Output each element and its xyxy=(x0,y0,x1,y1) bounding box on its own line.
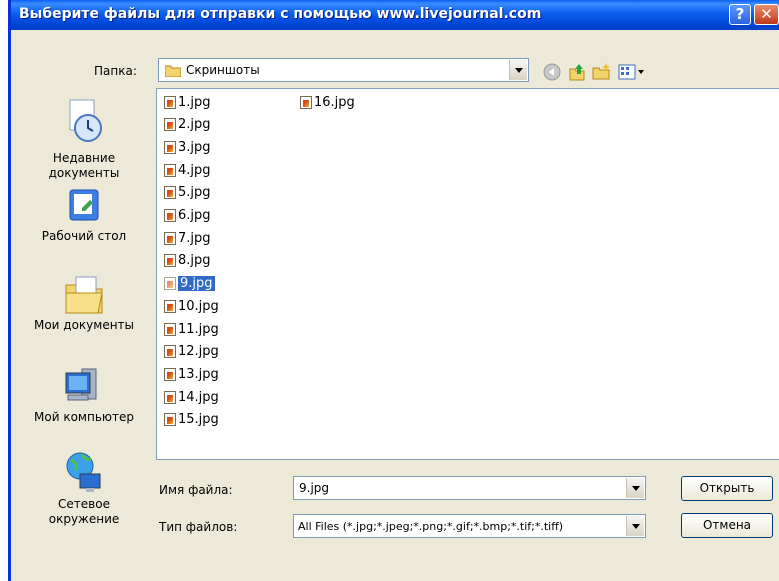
file-name: 4.jpg xyxy=(178,162,211,178)
network-icon xyxy=(62,452,106,497)
file-name: 15.jpg xyxy=(178,412,219,428)
chevron-down-icon[interactable] xyxy=(626,478,644,498)
file-name: 2.jpg xyxy=(178,117,211,133)
file-item[interactable]: 7.jpg xyxy=(164,227,211,249)
my-computer-icon xyxy=(62,368,106,410)
file-item[interactable]: 9.jpg xyxy=(164,273,215,295)
jpg-file-icon xyxy=(164,163,176,177)
file-name: 3.jpg xyxy=(178,139,211,155)
file-name: 11.jpg xyxy=(178,321,219,337)
file-name: 14.jpg xyxy=(178,389,219,405)
file-item[interactable]: 2.jpg xyxy=(164,114,211,136)
file-name: 16.jpg xyxy=(314,94,355,110)
jpg-file-icon xyxy=(164,254,176,268)
place-recent-documents[interactable]: Недавние документы xyxy=(11,96,157,181)
file-name: 9.jpg xyxy=(178,276,215,292)
file-name: 13.jpg xyxy=(178,366,219,382)
place-label: Мой компьютер xyxy=(34,410,134,424)
jpg-file-icon xyxy=(164,345,176,359)
jpg-file-icon xyxy=(164,231,176,245)
file-item[interactable]: 12.jpg xyxy=(164,341,219,363)
up-folder-icon[interactable] xyxy=(567,62,587,82)
jpg-file-icon xyxy=(164,322,176,336)
file-item[interactable]: 15.jpg xyxy=(164,409,219,431)
view-menu-icon[interactable] xyxy=(617,62,647,82)
filename-input[interactable]: 9.jpg xyxy=(293,476,646,500)
file-item[interactable]: 14.jpg xyxy=(164,386,219,408)
help-button[interactable]: ? xyxy=(729,4,751,25)
folder-combobox[interactable]: Скриншоты xyxy=(158,58,529,82)
title-bar[interactable]: Выберите файлы для отправки с помощью ww… xyxy=(11,0,779,30)
close-button[interactable]: ✕ xyxy=(754,4,779,25)
folder-value: Скриншоты xyxy=(186,63,260,77)
file-name: 7.jpg xyxy=(178,230,211,246)
jpg-file-icon xyxy=(164,118,176,132)
file-item[interactable]: 11.jpg xyxy=(164,318,219,340)
filetype-label: Тип файлов: xyxy=(159,520,238,534)
jpg-file-icon xyxy=(164,277,176,291)
jpg-file-icon xyxy=(164,390,176,404)
file-list[interactable]: 1.jpg 2.jpg 3.jpg 4.jpg 5.jpg 6.jpg 7.jpg 8.jpg… xyxy=(156,88,779,460)
file-item[interactable]: 13.jpg xyxy=(164,363,219,385)
folder-icon xyxy=(164,64,182,80)
jpg-file-icon xyxy=(164,209,176,222)
file-name: 5.jpg xyxy=(178,185,211,201)
file-item[interactable]: 16.jpg xyxy=(300,91,355,113)
jpg-file-icon xyxy=(164,140,176,154)
new-folder-icon[interactable] xyxy=(592,62,612,82)
jpg-file-icon xyxy=(164,413,176,427)
file-dialog-window: Выберите файлы для отправки с помощью ww… xyxy=(8,0,779,581)
chevron-down-icon[interactable] xyxy=(509,60,527,80)
folder-label: Папка: xyxy=(94,64,137,78)
cancel-button[interactable]: Отмена xyxy=(681,513,773,538)
recent-documents-icon xyxy=(64,99,104,151)
place-desktop[interactable]: Рабочий стол xyxy=(11,188,157,244)
place-label: Сетевое окружение xyxy=(48,497,120,526)
open-button[interactable]: Открыть xyxy=(681,476,773,501)
place-my-computer[interactable]: Мой компьютер xyxy=(11,363,157,425)
filetype-value: All Files (*.jpg;*.jpeg;*.png;*.gif;*.bm… xyxy=(298,520,564,533)
place-label: Недавние документы xyxy=(48,151,120,180)
filetype-select[interactable]: All Files (*.jpg;*.jpeg;*.png;*.gif;*.bm… xyxy=(293,514,646,538)
back-arrow-icon[interactable] xyxy=(542,62,562,82)
file-item[interactable]: 8.jpg xyxy=(164,250,211,272)
file-item[interactable]: 1.jpg xyxy=(164,91,211,113)
jpg-file-icon xyxy=(164,95,176,109)
file-item[interactable]: 4.jpg xyxy=(164,159,211,181)
place-label: Рабочий стол xyxy=(41,229,127,243)
file-item[interactable]: 5.jpg xyxy=(164,182,211,204)
file-name: 10.jpg xyxy=(178,298,219,314)
place-network[interactable]: Сетевое окружение xyxy=(11,450,157,527)
file-item[interactable]: 3.jpg xyxy=(164,136,211,158)
desktop-icon xyxy=(64,189,104,229)
file-item[interactable]: 6.jpg xyxy=(164,205,211,227)
window-title: Выберите файлы для отправки с помощью ww… xyxy=(19,6,542,22)
filename-label: Имя файла: xyxy=(159,483,233,497)
jpg-file-icon xyxy=(164,367,176,381)
my-documents-icon xyxy=(62,276,106,318)
file-name: 12.jpg xyxy=(178,344,219,360)
file-item[interactable]: 10.jpg xyxy=(164,295,219,317)
jpg-file-icon xyxy=(164,186,176,200)
places-bar: Недавние документы Рабочий стол Мои доку… xyxy=(11,88,157,581)
place-my-documents[interactable]: Мои документы xyxy=(11,273,157,333)
chevron-down-icon[interactable] xyxy=(626,516,644,536)
filename-value: 9.jpg xyxy=(299,481,330,495)
jpg-file-icon xyxy=(300,95,312,109)
file-name: 1.jpg xyxy=(178,94,211,110)
jpg-file-icon xyxy=(164,299,176,313)
file-name: 6.jpg xyxy=(178,208,211,223)
file-name: 8.jpg xyxy=(178,253,211,269)
place-label: Мои документы xyxy=(33,318,135,332)
